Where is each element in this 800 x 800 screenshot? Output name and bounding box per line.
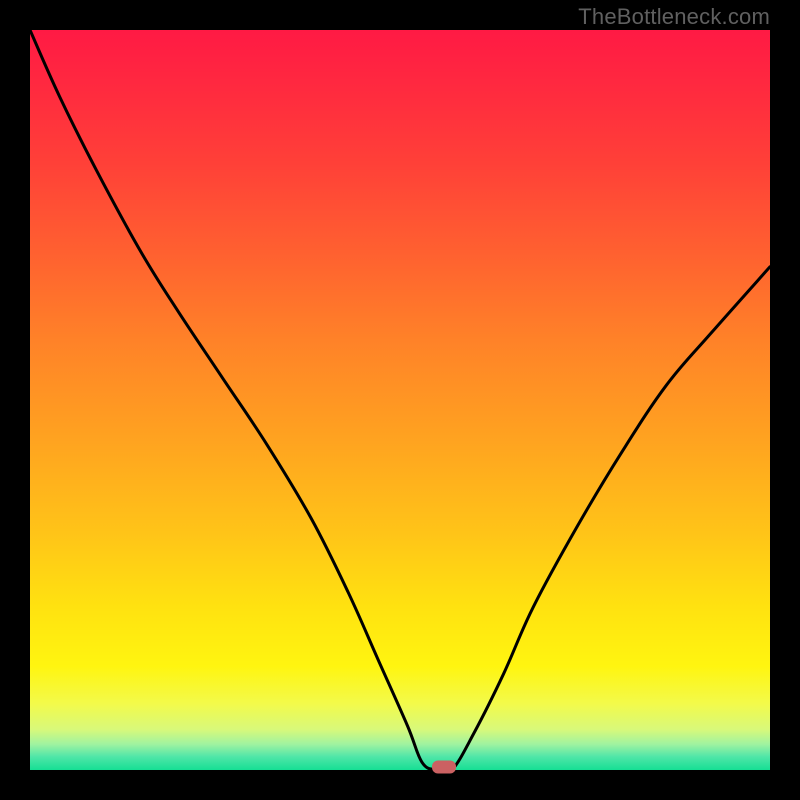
bottleneck-curve xyxy=(30,30,770,770)
optimum-marker xyxy=(432,761,456,774)
watermark-text: TheBottleneck.com xyxy=(578,4,770,30)
plot-area xyxy=(30,30,770,770)
chart-root: TheBottleneck.com xyxy=(0,0,800,800)
